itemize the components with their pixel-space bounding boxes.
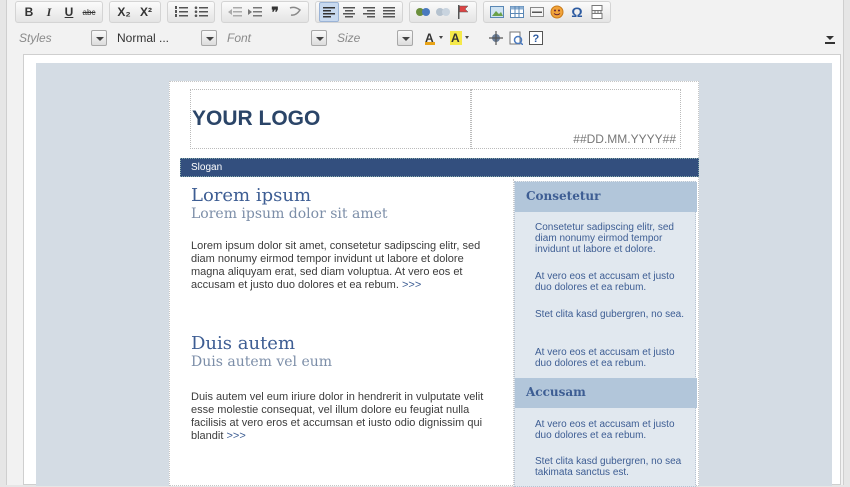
help-icon[interactable]: ? xyxy=(526,28,546,48)
insert-group: Ω xyxy=(483,1,611,23)
bold-button[interactable]: B xyxy=(19,2,39,22)
date-placeholder: ##DD.MM.YYYY## xyxy=(573,132,676,146)
main-column[interactable]: Lorem ipsum Lorem ipsum dolor sit amet L… xyxy=(178,179,514,487)
sidebar-column[interactable]: Consetetur Consetetur sadipscing elitr, … xyxy=(514,181,697,487)
color-group: A A xyxy=(419,27,477,49)
link-icon[interactable] xyxy=(413,2,433,22)
sidebar-item: At vero eos et accusam et justo duo dolo… xyxy=(535,419,675,441)
sidebar-item: At vero eos et accusam et justo duo dolo… xyxy=(535,271,675,293)
article-1-body: Lorem ipsum dolor sit amet, consetetur s… xyxy=(191,240,487,292)
link-group xyxy=(409,1,477,23)
slogan-bar[interactable]: Slogan xyxy=(180,158,699,177)
background-color-icon[interactable]: A xyxy=(448,28,474,48)
article-1-title: Lorem ipsum xyxy=(191,185,312,206)
article-2-subtitle: Duis autem vel eum xyxy=(191,354,333,370)
chevron-down-icon[interactable] xyxy=(91,30,107,46)
superscript-button[interactable]: X² xyxy=(135,2,157,22)
size-combo[interactable]: Size xyxy=(333,28,413,49)
align-justify-icon[interactable] xyxy=(379,2,399,22)
chevron-down-icon[interactable] xyxy=(201,30,217,46)
logo-cell[interactable]: YOUR LOGO xyxy=(190,89,471,149)
svg-text:A: A xyxy=(451,31,460,45)
align-group xyxy=(315,1,403,23)
table-icon[interactable] xyxy=(507,2,527,22)
font-combo[interactable]: Font xyxy=(223,28,327,49)
styles-combo-label: Styles xyxy=(19,31,52,45)
logo-text: YOUR LOGO xyxy=(192,107,321,130)
list-group xyxy=(167,1,215,23)
indent-icon[interactable] xyxy=(245,2,265,22)
anchor-flag-icon[interactable] xyxy=(453,2,473,22)
article-2-more-link[interactable]: >>> xyxy=(226,430,245,442)
sidebar-heading-1-text: Consetetur xyxy=(526,189,601,203)
article-1-more-link[interactable]: >>> xyxy=(402,279,421,291)
svg-text:?: ? xyxy=(533,33,540,45)
article-2-body: Duis autem vel eum iriure dolor in hendr… xyxy=(191,391,487,443)
tools-group: ? xyxy=(483,27,549,49)
styles-combo[interactable]: Styles xyxy=(15,28,107,49)
strike-button[interactable]: abc xyxy=(79,2,99,22)
image-icon[interactable] xyxy=(487,2,507,22)
blockquote-icon[interactable]: ❞ xyxy=(265,2,285,22)
align-left-icon[interactable] xyxy=(319,2,339,22)
smiley-icon[interactable] xyxy=(547,2,567,22)
chevron-down-icon[interactable] xyxy=(311,30,327,46)
sidebar-item: At vero eos et accusam et justo duo dolo… xyxy=(535,347,675,369)
font-combo-label: Font xyxy=(227,31,252,45)
article-1-body-text: Lorem ipsum dolor sit amet, consetetur s… xyxy=(191,240,481,291)
text-color-icon[interactable]: A xyxy=(422,28,448,48)
toolbar-row-1: B I U abc X₂ X² ❞ Ω xyxy=(15,0,617,24)
align-right-icon[interactable] xyxy=(359,2,379,22)
sidebar-item: Stet clita kasd gubergren, no sea. xyxy=(535,309,684,320)
page-break-icon[interactable] xyxy=(587,2,607,22)
subscript-button[interactable]: X₂ xyxy=(113,2,135,22)
italic-button[interactable]: I xyxy=(39,2,59,22)
sidebar-item: Consetetur sadipscing elitr, sed diam no… xyxy=(535,222,674,255)
article-1-subtitle: Lorem ipsum dolor sit amet xyxy=(191,206,388,222)
numbered-list-icon[interactable] xyxy=(171,2,191,22)
underline-button[interactable]: U xyxy=(59,2,79,22)
editing-area[interactable]: YOUR LOGO ##DD.MM.YYYY## Slogan Lorem ip… xyxy=(23,54,841,487)
indent-group: ❞ xyxy=(221,1,309,23)
sidebar-heading-2-text: Accusam xyxy=(526,385,586,399)
collapse-toolbar-icon[interactable] xyxy=(825,36,835,44)
bulleted-list-icon[interactable] xyxy=(191,2,211,22)
maximize-icon[interactable] xyxy=(486,28,506,48)
special-char-omega-icon[interactable]: Ω xyxy=(567,2,587,22)
sidebar-heading-2: Accusam xyxy=(515,378,697,408)
format-combo[interactable]: Normal ... xyxy=(113,28,217,49)
sidebar-heading-1: Consetetur xyxy=(515,182,697,212)
size-combo-label: Size xyxy=(337,31,361,45)
div-container-icon[interactable] xyxy=(285,2,305,22)
outdent-icon[interactable] xyxy=(225,2,245,22)
sidebar-item: Stet clita kasd gubergren, no sea takima… xyxy=(535,456,682,478)
slogan-text: Slogan xyxy=(191,162,223,173)
document-background: YOUR LOGO ##DD.MM.YYYY## Slogan Lorem ip… xyxy=(36,63,832,487)
horizontal-rule-icon[interactable] xyxy=(527,2,547,22)
chevron-down-icon[interactable] xyxy=(397,30,413,46)
script-group: X₂ X² xyxy=(109,1,161,23)
newsletter-page[interactable]: YOUR LOGO ##DD.MM.YYYY## Slogan Lorem ip… xyxy=(169,81,699,487)
format-combo-label: Normal ... xyxy=(117,31,170,45)
rich-text-editor: B I U abc X₂ X² ❞ Ω Styles Normal ... Fo… xyxy=(6,0,844,487)
unlink-icon[interactable] xyxy=(433,2,453,22)
toolbar-row-2: Styles Normal ... Font Size A A ? xyxy=(15,26,555,50)
basic-styles-group: B I U abc xyxy=(15,1,103,23)
date-cell[interactable]: ##DD.MM.YYYY## xyxy=(471,89,681,149)
show-blocks-icon[interactable] xyxy=(506,28,526,48)
article-2-title: Duis autem xyxy=(191,333,296,354)
align-center-icon[interactable] xyxy=(339,2,359,22)
